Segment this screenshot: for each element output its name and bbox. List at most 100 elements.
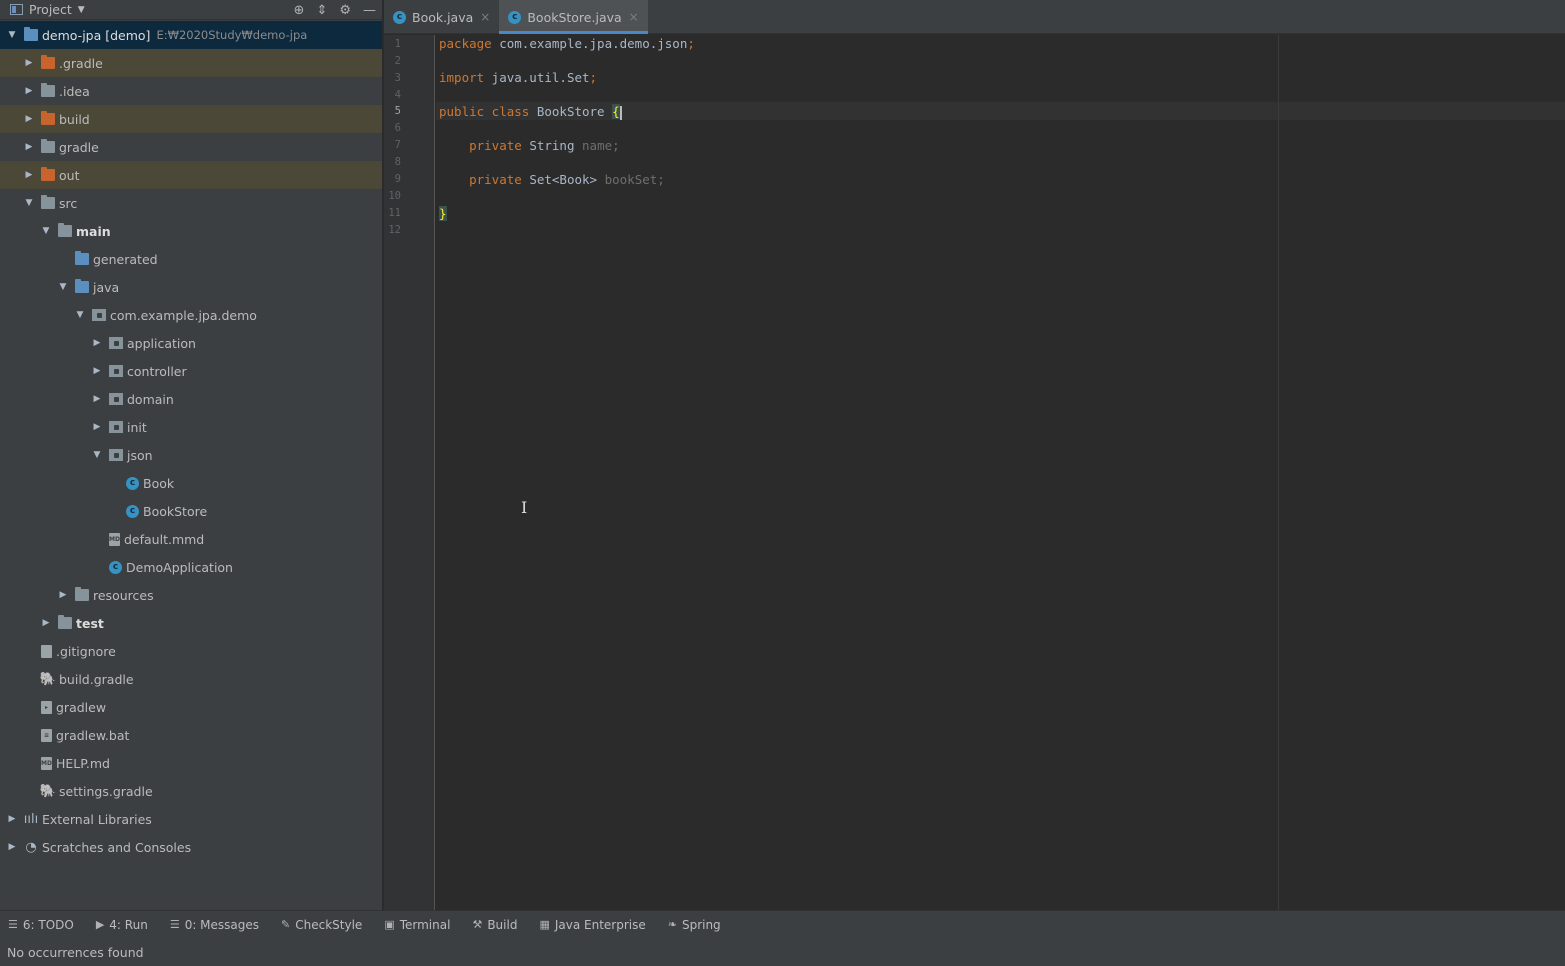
- expanded-arrow-icon[interactable]: ▼: [7, 30, 17, 40]
- tree-item-resources[interactable]: ▶ resources: [0, 581, 382, 609]
- tree-item-label: application: [127, 335, 196, 351]
- mouse-ibeam-cursor: I: [521, 498, 528, 517]
- project-view-icon: [10, 4, 23, 15]
- close-icon[interactable]: ×: [629, 10, 639, 24]
- tree-item-label: test: [76, 615, 104, 631]
- tool-window-messages[interactable]: ☰ 0: Messages: [170, 918, 259, 932]
- tree-item-book[interactable]: c Book: [0, 469, 382, 497]
- tree-item-label: build: [59, 111, 90, 127]
- line-number-gutter[interactable]: 1 2 3 4 5 6 7 8 9 10 11 12: [384, 35, 435, 910]
- tree-item-label: HELP.md: [56, 755, 110, 771]
- collapse-all-icon[interactable]: ⇕: [316, 3, 327, 18]
- line-number: 3: [394, 72, 401, 84]
- type-token: String: [521, 138, 583, 153]
- expanded-arrow-icon[interactable]: ▼: [24, 198, 34, 208]
- tree-item-demoapplication[interactable]: c DemoApplication: [0, 553, 382, 581]
- tree-item-controller[interactable]: ▶ controller: [0, 357, 382, 385]
- code-editor[interactable]: 1 2 3 4 5 6 7 8 9 10 11 12 package com.e…: [384, 35, 1565, 910]
- line-number: 7: [394, 139, 401, 151]
- field-token: bookSet: [604, 172, 658, 187]
- todo-icon: ☰: [8, 918, 18, 931]
- expanded-arrow-icon[interactable]: ▼: [92, 450, 102, 460]
- tree-item-help-md[interactable]: MD HELP.md: [0, 749, 382, 777]
- folder-icon: [41, 83, 55, 97]
- collapsed-arrow-icon[interactable]: ▶: [92, 338, 102, 348]
- tool-window-run[interactable]: ▶ 4: Run: [96, 918, 148, 932]
- tool-window-spring[interactable]: ❧ Spring: [668, 918, 721, 932]
- class-icon: c: [508, 10, 522, 24]
- tree-item-application[interactable]: ▶ application: [0, 329, 382, 357]
- tool-window-java-enterprise[interactable]: ▦ Java Enterprise: [539, 918, 645, 932]
- tree-item-java[interactable]: ▼ java: [0, 273, 382, 301]
- tree-item-generated[interactable]: generated: [0, 245, 382, 273]
- tree-item-settings-gradle[interactable]: 🐘 settings.gradle: [0, 777, 382, 805]
- tree-item-dot-gradle[interactable]: ▶ .gradle: [0, 49, 382, 77]
- tool-window-label: Spring: [681, 917, 721, 932]
- tree-item-test[interactable]: ▶ test: [0, 609, 382, 637]
- chevron-down-icon[interactable]: ▼: [78, 5, 85, 15]
- java-enterprise-icon: ▦: [539, 918, 550, 931]
- tool-window-checkstyle[interactable]: ✎ CheckStyle: [281, 918, 362, 932]
- tree-item-default-mmd[interactable]: MD default.mmd: [0, 525, 382, 553]
- collapsed-arrow-icon[interactable]: ▶: [7, 814, 17, 824]
- tree-item-domain[interactable]: ▶ domain: [0, 385, 382, 413]
- tree-item-init[interactable]: ▶ init: [0, 413, 382, 441]
- line-number: 4: [394, 89, 401, 101]
- expanded-arrow-icon[interactable]: ▼: [75, 310, 85, 320]
- tool-window-todo[interactable]: ☰ 6: TODO: [8, 918, 74, 932]
- minimize-icon[interactable]: —: [363, 3, 376, 18]
- messages-icon: ☰: [169, 918, 180, 931]
- tab-bookstore-java[interactable]: c BookStore.java ×: [499, 0, 649, 34]
- tree-item-com-example-jpa-demo[interactable]: ▼ com.example.jpa.demo: [0, 301, 382, 329]
- tree-item-label: controller: [127, 363, 187, 379]
- tree-item-build-gradle[interactable]: 🐘 build.gradle: [0, 665, 382, 693]
- tree-item-main[interactable]: ▼ main: [0, 217, 382, 245]
- tab-book-java[interactable]: c Book.java ×: [384, 0, 499, 34]
- tool-window-terminal[interactable]: ▣ Terminal: [384, 918, 450, 932]
- project-panel-title[interactable]: Project: [29, 2, 72, 17]
- expanded-arrow-icon[interactable]: ▼: [41, 226, 51, 236]
- collapsed-arrow-icon[interactable]: ▶: [58, 590, 68, 600]
- tool-window-label: Terminal: [399, 917, 451, 932]
- project-panel-header[interactable]: Project ▼ ⊕ ⇕ ⚙ —: [0, 0, 382, 20]
- generated-folder-icon: [75, 251, 89, 265]
- tree-item-src[interactable]: ▼ src: [0, 189, 382, 217]
- root-project-name: demo-jpa [demo]: [42, 27, 151, 43]
- collapsed-arrow-icon[interactable]: ▶: [24, 114, 34, 124]
- root-project-path: E:₩2020Study₩demo-jpa: [156, 28, 308, 42]
- expanded-arrow-icon[interactable]: ▼: [58, 282, 68, 292]
- tree-item-scratches[interactable]: ▶ ◔ Scratches and Consoles: [0, 833, 382, 861]
- collapsed-arrow-icon[interactable]: ▶: [24, 142, 34, 152]
- gear-icon[interactable]: ⚙: [339, 3, 351, 18]
- tree-item-idea[interactable]: ▶ .idea: [0, 77, 382, 105]
- tree-item-out[interactable]: ▶ out: [0, 161, 382, 189]
- collapsed-arrow-icon[interactable]: ▶: [24, 58, 34, 68]
- tree-item-gitignore[interactable]: .gitignore: [0, 637, 382, 665]
- tree-item-build[interactable]: ▶ build: [0, 105, 382, 133]
- collapsed-arrow-icon[interactable]: ▶: [92, 422, 102, 432]
- run-icon: ▶: [95, 918, 105, 931]
- collapsed-arrow-icon[interactable]: ▶: [92, 366, 102, 376]
- tree-item-external-libraries[interactable]: ▶ ıılı External Libraries: [0, 805, 382, 833]
- close-icon[interactable]: ×: [480, 10, 490, 24]
- tool-window-build[interactable]: ⚒ Build: [472, 918, 517, 932]
- tree-item-gradlew-bat[interactable]: ≡ gradlew.bat: [0, 721, 382, 749]
- collapsed-arrow-icon[interactable]: ▶: [41, 618, 51, 628]
- collapsed-arrow-icon[interactable]: ▶: [24, 86, 34, 96]
- folder-icon: [41, 195, 55, 209]
- collapsed-arrow-icon[interactable]: ▶: [24, 170, 34, 180]
- line-number: 11: [388, 207, 401, 219]
- class-icon: c: [126, 476, 139, 490]
- tree-item-bookstore[interactable]: c BookStore: [0, 497, 382, 525]
- build-icon: ⚒: [472, 918, 483, 931]
- tree-item-gradle[interactable]: ▶ gradle: [0, 133, 382, 161]
- locate-icon[interactable]: ⊕: [294, 3, 305, 18]
- script-icon: ▸: [41, 700, 52, 714]
- tree-item-label: External Libraries: [42, 811, 152, 827]
- tree-item-gradlew[interactable]: ▸ gradlew: [0, 693, 382, 721]
- collapsed-arrow-icon[interactable]: ▶: [7, 842, 17, 852]
- collapsed-arrow-icon[interactable]: ▶: [92, 394, 102, 404]
- tree-item-json[interactable]: ▼ json: [0, 441, 382, 469]
- tree-root-demo-jpa[interactable]: ▼ demo-jpa [demo] E:₩2020Study₩demo-jpa: [0, 21, 382, 49]
- tree-item-label: gradlew.bat: [56, 727, 130, 743]
